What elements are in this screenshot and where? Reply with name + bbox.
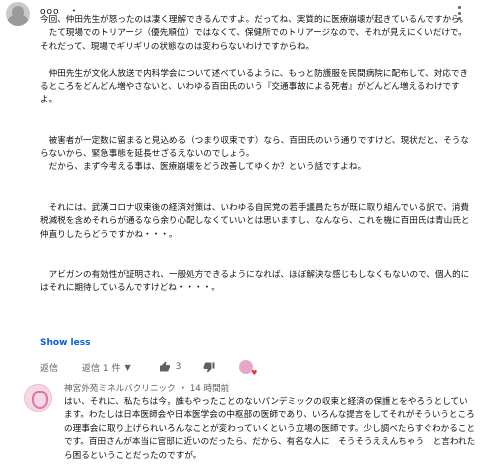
- reply-author[interactable]: 神宮外苑ミネルバクリニック: [64, 384, 176, 394]
- comment-body: 今回、仲田先生が怒ったのは凄く理解できるんですよ。だってね、実質的に医療崩壊が起…: [40, 15, 470, 294]
- show-less-button[interactable]: Show less: [40, 338, 90, 348]
- view-replies-button[interactable]: 返信 1 件 ▼: [82, 361, 131, 374]
- commenter-avatar[interactable]: [6, 2, 30, 26]
- reply-body: はい、それに、私たちは今，誰もやったことのないパンデミックの収束と経済の保護とを…: [64, 397, 476, 461]
- chevron-down-icon: ▼: [124, 362, 131, 372]
- thumbs-down-icon[interactable]: [203, 361, 215, 373]
- heart-icon: ♥: [251, 369, 258, 377]
- reply-header: 神宮外苑ミネルバクリニック ・ 14 時間前: [64, 382, 229, 394]
- thumbs-up-icon: [159, 361, 170, 372]
- like-button[interactable]: 3: [159, 361, 182, 373]
- reply-avatar[interactable]: [24, 384, 52, 412]
- replies-count-label: 返信 1 件: [82, 363, 121, 374]
- comment-actions: 返信 返信 1 件 ▼ 3 ♥: [40, 358, 480, 377]
- reply-timestamp[interactable]: 14 時間前: [190, 384, 229, 394]
- like-count: 3: [175, 362, 182, 372]
- reply-button[interactable]: 返信: [40, 361, 58, 374]
- creator-heart-badge: ♥: [239, 360, 257, 377]
- reply-separator: ・: [178, 384, 188, 394]
